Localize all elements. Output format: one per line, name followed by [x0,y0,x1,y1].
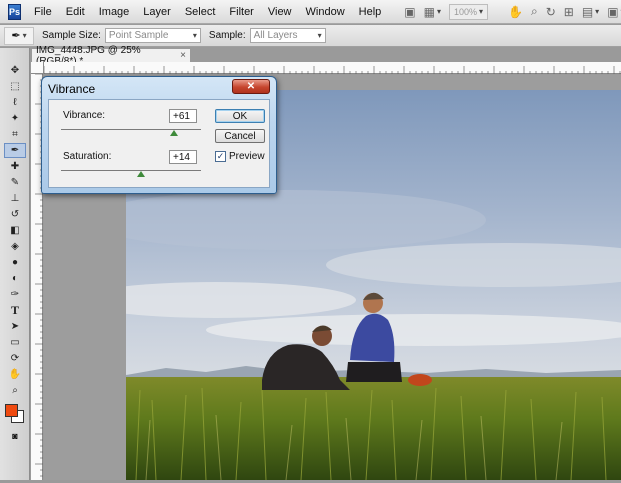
toolbox: ✥ ⬚ ℓ ✦ ⌗ ✒ ✚ ✎ ⊥ ↺ ◧ ◈ ● ◐ ✑ T ➤ ▭ ⟳ ✋ … [0,48,30,480]
healing-brush-tool-icon[interactable]: ✚ [4,159,26,174]
screen-mode-icon[interactable]: ▦ ▾ [424,4,441,20]
menu-layer[interactable]: Layer [136,6,178,18]
menu-image[interactable]: Image [92,6,137,18]
ok-button[interactable]: OK [215,109,265,123]
cancel-button[interactable]: Cancel [215,129,265,143]
saturation-value: +14 [173,151,190,163]
close-icon[interactable]: × [180,50,186,61]
eyedropper-tool-icon[interactable]: ✒ [4,143,26,158]
vibrance-slider-thumb[interactable] [169,130,178,136]
tool-preset-picker[interactable]: ✒ ▾ [4,26,34,45]
vibrance-input[interactable]: +61 [169,109,197,123]
sample-size-select[interactable]: Point Sample ▾ [104,28,201,43]
zoom-tool-icon[interactable]: ⌕ [4,383,26,398]
rotate-icon[interactable]: ↻ [546,4,556,20]
vibrance-slider-track[interactable] [61,129,201,130]
paint-bucket-tool-icon[interactable]: ◈ [4,239,26,254]
chevron-down-icon: ▾ [192,31,197,40]
menu-edit[interactable]: Edit [59,6,92,18]
pen-tool-icon[interactable]: ✑ [4,287,26,302]
zoom-icon[interactable]: ⌕ [531,4,538,20]
horizontal-ruler[interactable] [43,62,621,74]
close-icon: ✕ [246,81,256,92]
brush-tool-icon[interactable]: ✎ [4,175,26,190]
arrange-icon[interactable]: ▤ ▾ [582,4,599,20]
chevron-down-icon: ▾ [317,31,322,40]
document-tab[interactable]: IMG_4448.JPG @ 25% (RGB/8*) * × [31,45,191,67]
crop-tool-icon[interactable]: ⌗ [4,127,26,142]
menu-help[interactable]: Help [352,6,389,18]
grid-icon[interactable]: ⊞ [564,4,574,20]
path-selection-tool-icon[interactable]: ➤ [4,319,26,334]
sample-size-value: Point Sample [108,30,169,41]
photoshop-logo: Ps [8,3,22,20]
sample-value: All Layers [253,30,298,41]
blur-tool-icon[interactable]: ● [4,255,26,270]
sample-size-label: Sample Size: [42,30,101,41]
shape-tool-icon[interactable]: ▭ [4,335,26,350]
3d-rotate-tool-icon[interactable]: ⟳ [4,351,26,366]
vibrance-dialog: Vibrance ✕ Vibrance: +61 Saturation: +14… [41,76,277,194]
menu-file[interactable]: File [27,6,59,18]
sample-label: Sample: [208,30,246,41]
menu-filter[interactable]: Filter [222,6,260,18]
saturation-slider-track[interactable] [61,170,201,171]
ruler-ticks [43,66,621,74]
preview-checkbox[interactable]: ✓ [215,151,226,162]
history-brush-tool-icon[interactable]: ↺ [4,207,26,222]
eraser-tool-icon[interactable]: ◧ [4,223,26,238]
move-tool-icon[interactable]: ✥ [4,63,26,78]
vibrance-value: +61 [173,110,190,122]
preview-label: Preview [229,151,265,162]
hand-tool-icon[interactable]: ✋ [4,367,26,382]
dialog-body: Vibrance: +61 Saturation: +14 OK Cancel … [48,99,270,188]
sample-select[interactable]: All Layers ▾ [249,28,326,43]
hand-icon[interactable]: ✋ [508,4,523,20]
zoom-level-select[interactable]: 100% ▾ [448,3,489,20]
dialog-close-button[interactable]: ✕ [232,79,270,94]
saturation-slider-thumb[interactable] [136,171,145,177]
clone-stamp-tool-icon[interactable]: ⊥ [4,191,26,206]
magic-wand-tool-icon[interactable]: ✦ [4,111,26,126]
foreground-color-swatch[interactable] [5,404,18,417]
saturation-label: Saturation: [63,151,112,162]
screen-icon[interactable]: ▣▾ [607,4,621,20]
quick-mask-icon[interactable]: ◙ [8,431,22,441]
menu-bar: Ps File Edit Image Layer Select Filter V… [0,0,621,24]
lasso-tool-icon[interactable]: ℓ [4,95,26,110]
bridge-icon[interactable]: ▣ [404,4,415,20]
menu-view[interactable]: View [261,6,299,18]
menu-select[interactable]: Select [178,6,223,18]
dodge-tool-icon[interactable]: ◐ [4,271,26,286]
eyedropper-icon: ✒ [11,30,21,42]
zoom-level-value: 100% [453,6,477,17]
marquee-tool-icon[interactable]: ⬚ [4,79,26,94]
menu-window[interactable]: Window [299,6,352,18]
vibrance-label: Vibrance: [63,110,106,121]
ruler-origin[interactable] [31,62,44,74]
dialog-title: Vibrance [48,82,96,96]
type-tool-icon[interactable]: T [4,303,26,318]
saturation-input[interactable]: +14 [169,150,197,164]
